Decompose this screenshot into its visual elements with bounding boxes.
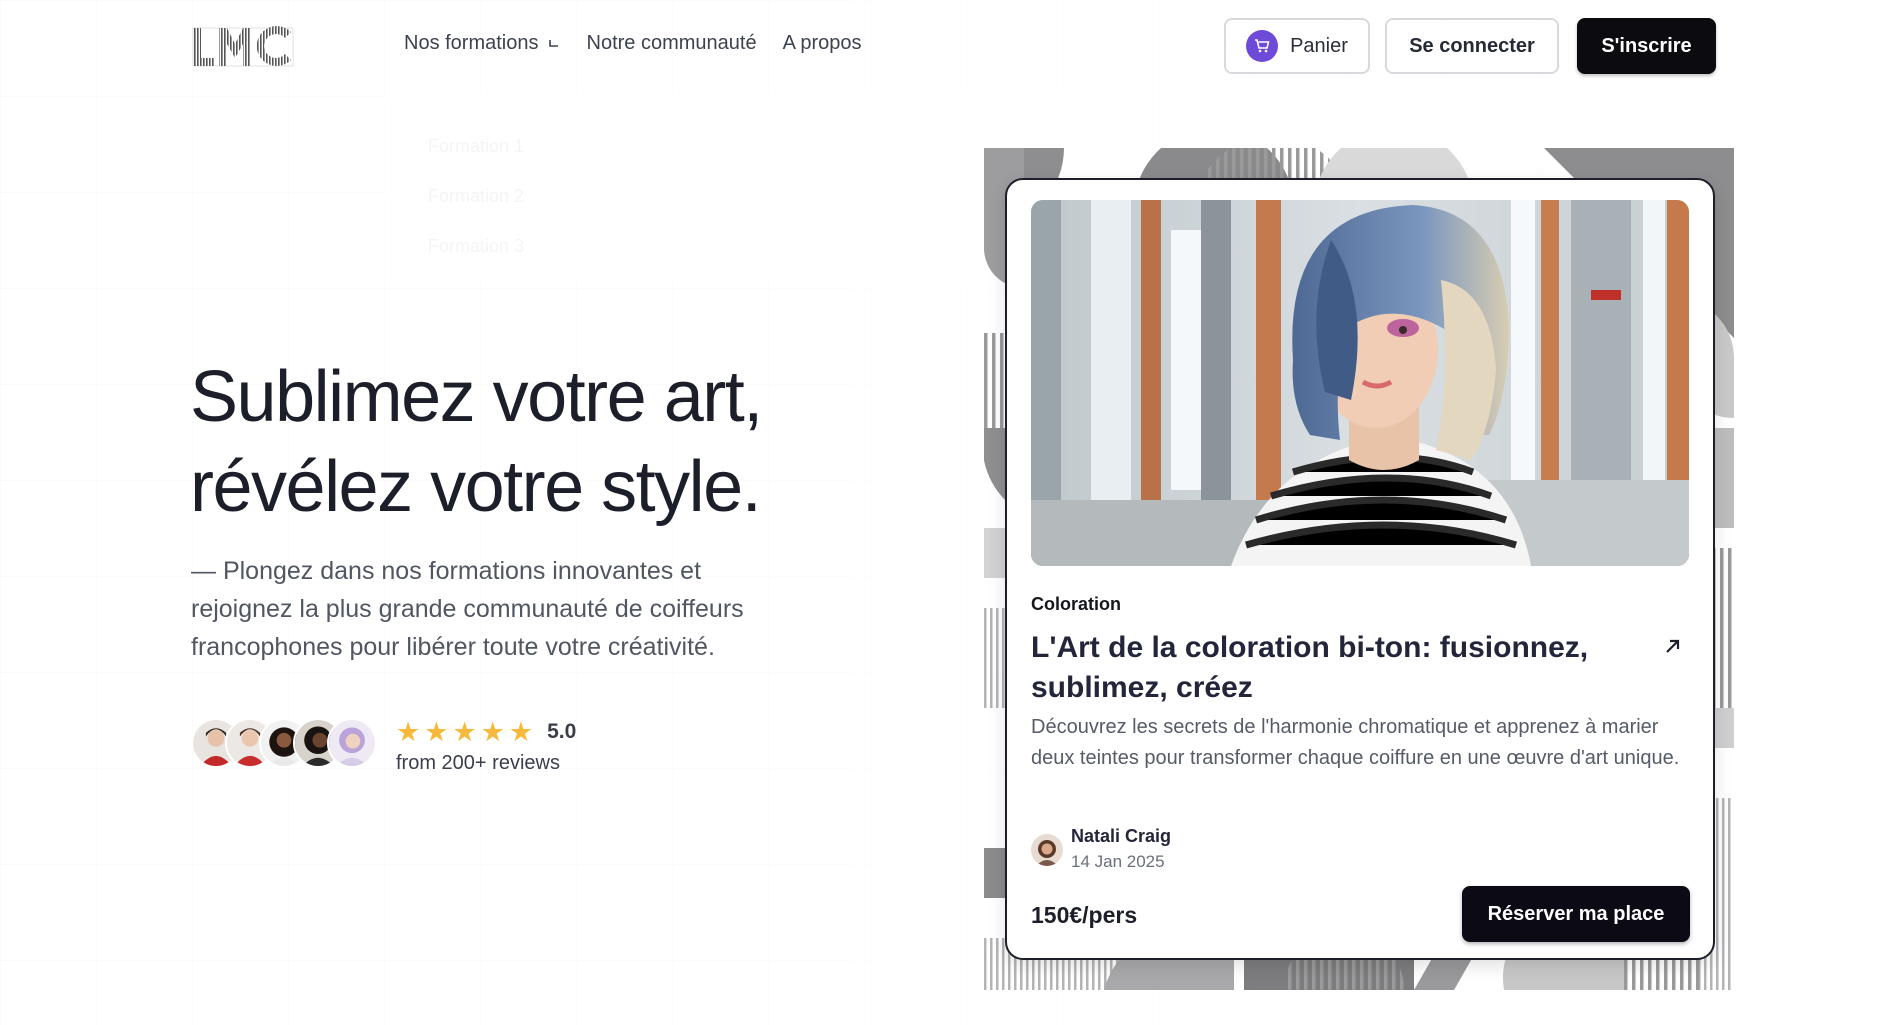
nav-apropos[interactable]: A propos	[783, 32, 862, 55]
login-button[interactable]: Se connecter	[1385, 18, 1559, 74]
dropdown-item[interactable]: Formation 2	[428, 186, 524, 207]
course-category: Coloration	[1031, 594, 1121, 614]
course-image	[1031, 200, 1689, 566]
author-avatar	[1031, 834, 1063, 866]
star-icon: ★	[396, 717, 421, 747]
main-nav: Nos formations Notre communauté A propos	[404, 32, 862, 55]
star-icon: ★	[424, 717, 449, 747]
nav-formations-label: Nos formations	[404, 32, 539, 54]
reviews-summary: ★ ★ ★ ★ ★ 5.0 from 200+ reviews	[191, 716, 611, 774]
nav-formations[interactable]: Nos formations	[404, 32, 561, 55]
course-title[interactable]: L'Art de la coloration bi-ton: fusionnez…	[1031, 628, 1631, 708]
chevron-down-icon	[548, 39, 558, 47]
star-icon: ★	[452, 717, 477, 747]
signup-button[interactable]: S'inscrire	[1577, 18, 1716, 74]
logo[interactable]	[191, 24, 295, 68]
dropdown-item[interactable]: Formation 1	[428, 136, 524, 157]
star-icon: ★	[480, 717, 505, 747]
hero-title-line1: Sublimez votre art,	[190, 357, 763, 437]
reviewer-avatars	[191, 716, 391, 770]
course-price: 150€/pers	[1031, 902, 1138, 928]
book-button[interactable]: Réserver ma place	[1462, 886, 1690, 942]
hero-title: Sublimez votre art, révélez votre style.	[190, 352, 890, 532]
hero-subtitle: — Plongez dans nos formations innovantes…	[191, 557, 744, 661]
dropdown-item[interactable]: Formation 3	[428, 236, 524, 257]
cart-label: Panier	[1290, 34, 1348, 57]
course-card[interactable]: Coloration L'Art de la coloration bi-ton…	[1005, 178, 1715, 960]
arrow-up-right-icon[interactable]	[1661, 634, 1685, 658]
nav-communaute-label: Notre communauté	[586, 32, 757, 54]
rating-value: 5.0	[547, 720, 577, 743]
site-header: Nos formations Notre communauté A propos…	[0, 0, 1899, 92]
cart-button[interactable]: Panier	[1224, 18, 1370, 74]
course-description: Découvrez les secrets de l'harmonie chro…	[1031, 716, 1680, 769]
star-rating: ★ ★ ★ ★ ★ 5.0	[396, 718, 576, 746]
nav-apropos-label: A propos	[782, 32, 862, 54]
course-date: 14 Jan 2025	[1071, 852, 1165, 871]
review-count: from 200+ reviews	[396, 752, 560, 774]
cart-icon	[1246, 30, 1279, 62]
avatar	[327, 718, 377, 768]
author-name: Natali Craig	[1071, 826, 1172, 846]
hero-title-line2: révélez votre style.	[190, 447, 762, 527]
nav-communaute[interactable]: Notre communauté	[587, 32, 757, 55]
star-icon: ★	[508, 717, 534, 747]
